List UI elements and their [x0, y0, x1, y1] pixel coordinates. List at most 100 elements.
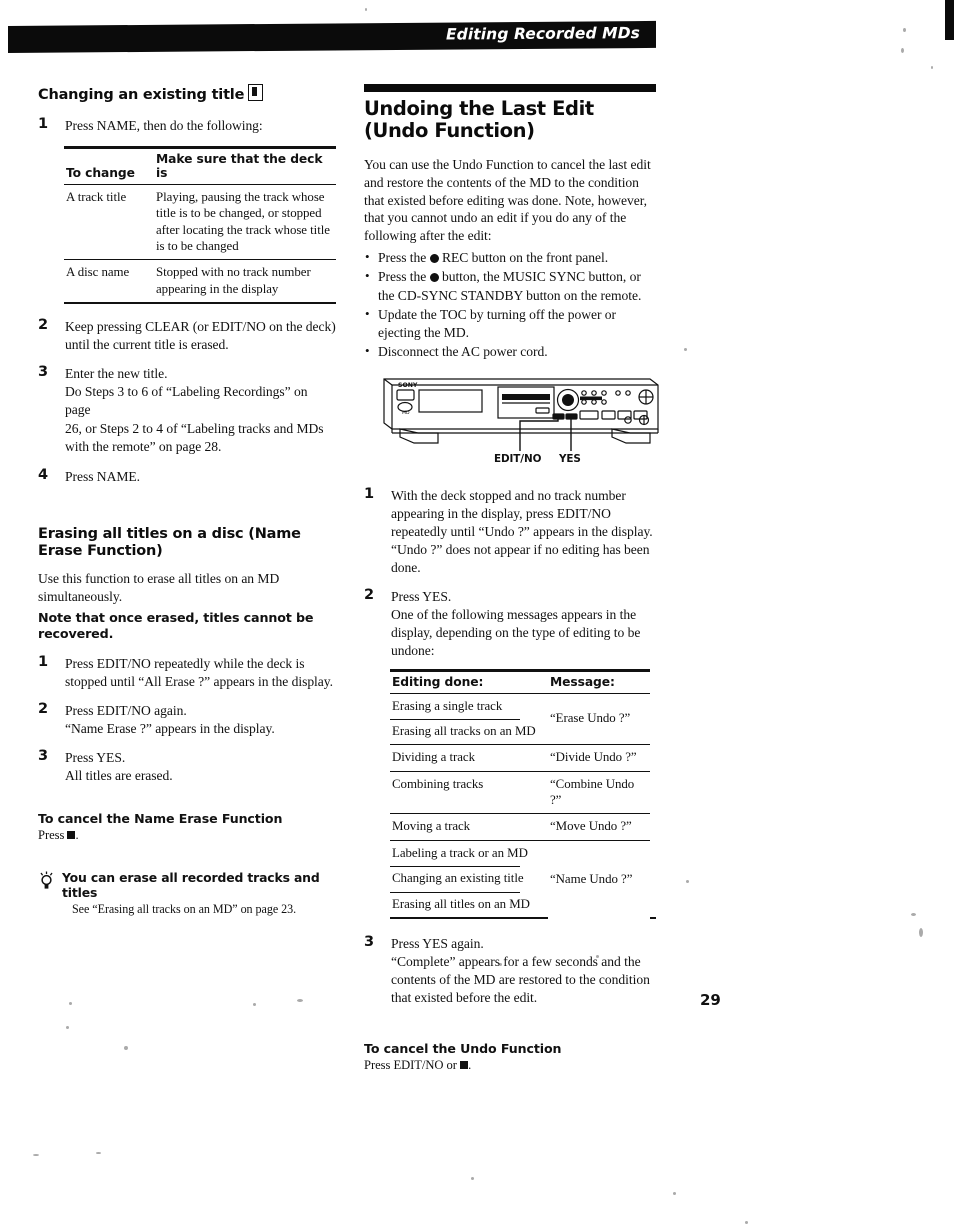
table-header-condition: Make sure that the deck is: [154, 145, 336, 185]
bullet-text-before: Press the: [378, 269, 430, 285]
step-line: repeatedly until “Undo ?” appears in the…: [391, 523, 653, 539]
step-item: 2 Press YES. One of the following messag…: [364, 587, 656, 660]
tip-body: See “Erasing all tracks on an MD” on pag…: [72, 902, 297, 917]
step-line: done.: [391, 560, 421, 576]
intro-line: simultaneously.: [38, 589, 123, 605]
step-text: With the deck stopped and no track numbe…: [391, 487, 656, 577]
step-text: Press YES. All titles are erased.: [65, 749, 336, 785]
step-line: undone:: [391, 643, 435, 659]
table-row: Labeling a track or an MD “Name Undo ?”: [390, 839, 656, 919]
cell-message: “Divide Undo ?”: [548, 744, 650, 772]
cell-to-change: A disc name: [64, 259, 154, 305]
step-item: 3 Enter the new title. Do Steps 3 to 6 o…: [38, 364, 336, 455]
cell-to-change: A track title: [66, 189, 127, 204]
scan-speck: [124, 1046, 128, 1050]
list-item: Press the REC button on the front panel.: [364, 248, 656, 267]
callout-label-editno: EDIT/NO: [494, 452, 542, 465]
press-suffix: .: [75, 828, 79, 843]
cell-condition: Playing, pausing the track whose title i…: [156, 189, 330, 253]
step-number: 4: [38, 466, 49, 483]
stop-button-icon: [460, 1061, 469, 1070]
section-heading-changing-title: Changing an existing title: [38, 84, 336, 105]
step-line: Enter the new title.: [65, 366, 168, 382]
step-text: Press NAME, then do the following:: [65, 117, 263, 133]
step-text: Press NAME.: [65, 468, 336, 486]
cell-message: “Erase Undo ?”: [550, 711, 631, 726]
rec-dot-icon: [429, 273, 439, 283]
cancel-undo-instruction: Press EDIT/NO or .: [364, 1057, 656, 1074]
remote-control-icon: [248, 84, 264, 101]
cancel-undo-title: To cancel the Undo Function: [364, 1041, 562, 1057]
table-row: Combining tracks “Combine Undo ?”: [390, 770, 656, 814]
step-text: Press EDIT/NO again. “Name Erase ?” appe…: [65, 702, 336, 738]
step-line: Press YES.: [391, 589, 452, 605]
cell-editing-done: Erasing all titles on an MD: [390, 891, 548, 920]
cell-editing-done: Erasing a single track: [392, 698, 503, 713]
intro-line: you cannot undo an edit if you do any of…: [364, 210, 627, 244]
step-line: Press NAME.: [65, 468, 140, 484]
step-item: 2 Keep pressing CLEAR (or EDIT/NO on the…: [38, 317, 336, 354]
table-row: Dividing a track “Divide Undo ?”: [390, 744, 656, 772]
table-header-editing-done: Editing done:: [390, 668, 548, 694]
step-number: 2: [364, 587, 375, 604]
scan-speck: [684, 348, 687, 351]
press-label: Press EDIT/NO or: [364, 1058, 457, 1073]
step-line: that existed before the edit.: [391, 990, 538, 1006]
step-line: All titles are erased.: [65, 768, 173, 784]
section-rule: [364, 84, 656, 92]
name-erase-note: Note that once erased, titles cannot be …: [38, 609, 314, 642]
press-suffix: .: [468, 1058, 472, 1073]
page-header-title: Editing Recorded MDs: [445, 24, 640, 44]
step-number: 1: [38, 115, 49, 132]
scan-speck: [901, 48, 904, 53]
step-number: 3: [364, 934, 375, 951]
step-line: Keep pressing CLEAR (or EDIT/NO on the d…: [65, 319, 336, 335]
cell-editing-done: Changing an existing title: [390, 866, 548, 891]
step-line: 26, or Steps 2 to 4 of “Labeling tracks …: [65, 420, 324, 436]
cell-editing-done: Moving a track: [390, 813, 548, 841]
scan-artifact-top-right: [945, 0, 954, 40]
step-line: “Undo ?” does not appear if no editing h…: [391, 542, 650, 558]
step-line: contents of the MD are restored to the c…: [391, 972, 650, 988]
step-line: With the deck stopped and no track numbe…: [391, 487, 626, 503]
cell-editing-done: Dividing a track: [390, 744, 548, 772]
step-text: Press EDIT/NO repeatedly while the deck …: [65, 655, 336, 691]
step-line: stopped until “All Erase ?” appears in t…: [65, 674, 333, 690]
scan-speck: [365, 8, 367, 11]
callout-label-yes: YES: [559, 452, 581, 465]
svg-text:SONY: SONY: [398, 382, 418, 389]
undo-intro: You can use the Undo Function to cancel …: [364, 156, 656, 246]
step-item: 4 Press NAME.: [38, 466, 336, 486]
table-row: Moving a track “Move Undo ?”: [390, 813, 656, 841]
heading-line: Undoing the Last Edit: [364, 97, 594, 120]
intro-line: You can use the Undo Function to cancel …: [364, 156, 651, 172]
step-item: 2 Press EDIT/NO again. “Name Erase ?” ap…: [38, 701, 336, 738]
cell-spacer: [650, 891, 656, 920]
cancel-undo-block: To cancel the Undo Function Press EDIT/N…: [364, 1041, 656, 1074]
step-line: Press EDIT/NO repeatedly while the deck …: [65, 655, 305, 671]
step-line: “Name Erase ?” appears in the display.: [65, 721, 275, 737]
step-line: Do Steps 3 to 6 of “Labeling Recordings”…: [65, 384, 308, 418]
manual-page: Editing Recorded MDs Changing an existin…: [0, 0, 954, 1231]
step-line: Press EDIT/NO again.: [65, 703, 187, 719]
cancel-name-erase-block: To cancel the Name Erase Function Press …: [38, 811, 336, 844]
section-heading-changing-title-text: Changing an existing title: [38, 87, 245, 103]
right-column: Undoing the Last Edit (Undo Function) Yo…: [364, 84, 659, 1084]
scan-speck: [253, 1003, 256, 1006]
md-deck-illustration: SONY MD EDIT/NO YES: [378, 373, 670, 471]
step-text: Keep pressing CLEAR (or EDIT/NO on the d…: [65, 318, 336, 354]
cell-editing-done: Erasing all tracks on an MD: [390, 718, 548, 745]
bullet-text-after: REC button on the front panel.: [438, 250, 609, 266]
table-header-to-change: To change: [64, 145, 154, 185]
table-row: A track title Playing, pausing the track…: [64, 184, 336, 260]
scan-speck: [931, 66, 933, 69]
step-item: 3 Press YES. All titles are erased.: [38, 748, 336, 785]
table-header-row: To change Make sure that the deck is: [64, 145, 336, 185]
cell-message: “Name Undo ?”: [548, 839, 650, 919]
step-line: display, depending on the type of editin…: [391, 625, 641, 641]
changing-title-table: To change Make sure that the deck is A t…: [64, 145, 336, 305]
heading-line: (Undo Function): [364, 118, 535, 142]
intro-line: after the edit:: [419, 228, 492, 244]
intro-line: Use this function to erase all titles on…: [38, 571, 280, 587]
step-number: 1: [38, 653, 49, 670]
